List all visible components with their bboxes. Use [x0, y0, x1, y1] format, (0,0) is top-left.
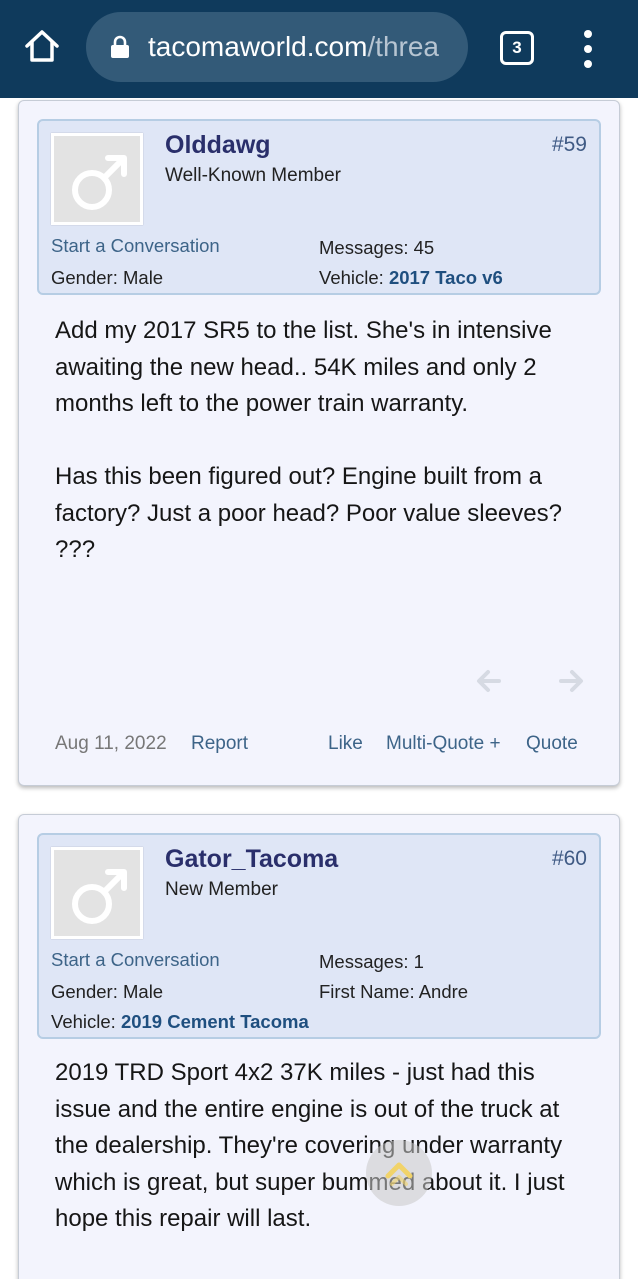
gender-stat: Gender: Male [51, 267, 163, 289]
gender-stat: Gender: Male [51, 981, 163, 1003]
like-link[interactable]: Like [328, 733, 363, 755]
start-conversation-link[interactable]: Start a Conversation [51, 949, 220, 971]
vehicle-label: Vehicle: [51, 1011, 116, 1032]
chevron-up-icon [385, 1162, 413, 1186]
username[interactable]: Olddawg [165, 131, 271, 160]
user-info-panel: Olddawg Well-Known Member #59 Start a Co… [37, 119, 601, 295]
gender-label: Gender: [51, 267, 118, 288]
start-conversation-link[interactable]: Start a Conversation [51, 235, 220, 257]
url-path: /threa [367, 31, 440, 62]
report-link[interactable]: Report [191, 733, 248, 755]
message-paragraph: 2019 TRD Sport 4x2 37K miles - just had … [55, 1059, 565, 1232]
user-info-panel: Gator_Tacoma New Member #60 Start a Conv… [37, 833, 601, 1039]
post-number-link[interactable]: #60 [552, 847, 587, 871]
post-number-link[interactable]: #59 [552, 133, 587, 157]
male-symbol-icon [72, 155, 127, 210]
post-date: Aug 11, 2022 [55, 733, 167, 754]
post-60: Gator_Tacoma New Member #60 Start a Conv… [18, 814, 620, 1279]
url-domain: tacomaworld.com [148, 31, 368, 62]
messages-stat: Messages: 45 [319, 237, 434, 259]
arrow-left-icon[interactable] [475, 667, 503, 695]
male-symbol-icon [72, 869, 127, 924]
messages-label: Messages: [319, 237, 409, 258]
username[interactable]: Gator_Tacoma [165, 845, 338, 874]
vehicle-label: Vehicle: [319, 267, 384, 288]
browser-toolbar: tacomaworld.com/threa 3 [0, 0, 638, 98]
address-bar[interactable]: tacomaworld.com/threa [86, 12, 468, 82]
vehicle-stat: Vehicle: 2017 Taco v6 [319, 267, 503, 289]
messages-stat: Messages: 1 [319, 951, 424, 973]
first-name-label: First Name: [319, 981, 415, 1002]
vehicle-link[interactable]: 2017 Taco v6 [389, 267, 503, 288]
arrow-right-icon[interactable] [557, 667, 585, 695]
messages-value: 1 [413, 951, 424, 972]
message-body: Add my 2017 SR5 to the list. She's in in… [55, 313, 595, 569]
message-paragraph: Add my 2017 SR5 to the list. She's in in… [55, 317, 552, 417]
first-name-value: Andre [418, 981, 469, 1002]
menu-dots-icon[interactable] [574, 30, 602, 68]
avatar[interactable] [51, 133, 143, 225]
scroll-to-top-button[interactable] [366, 1140, 432, 1206]
home-icon[interactable] [22, 26, 62, 66]
avatar[interactable] [51, 847, 143, 939]
messages-label: Messages: [319, 951, 409, 972]
vehicle-link[interactable]: 2019 Cement Tacoma [121, 1011, 309, 1032]
user-title: New Member [165, 879, 278, 900]
lock-icon [111, 35, 129, 58]
user-title: Well-Known Member [165, 165, 341, 186]
first-name-stat: First Name: Andre [319, 981, 468, 1003]
message-paragraph: Has this been figured out? Engine built … [55, 463, 562, 563]
message-body: 2019 TRD Sport 4x2 37K miles - just had … [55, 1055, 595, 1238]
thread-page: Olddawg Well-Known Member #59 Start a Co… [0, 98, 638, 1279]
quote-link[interactable]: Quote [526, 733, 578, 755]
vehicle-stat: Vehicle: 2019 Cement Tacoma [51, 1011, 309, 1033]
gender-value: Male [123, 267, 164, 288]
tab-switcher-button[interactable]: 3 [500, 31, 534, 65]
multi-quote-link[interactable]: Multi-Quote + [386, 733, 501, 755]
post-59: Olddawg Well-Known Member #59 Start a Co… [18, 100, 620, 786]
url-text: tacomaworld.com/threa [148, 30, 439, 64]
messages-value: 45 [413, 237, 435, 258]
gender-value: Male [123, 981, 164, 1002]
gender-label: Gender: [51, 981, 118, 1002]
